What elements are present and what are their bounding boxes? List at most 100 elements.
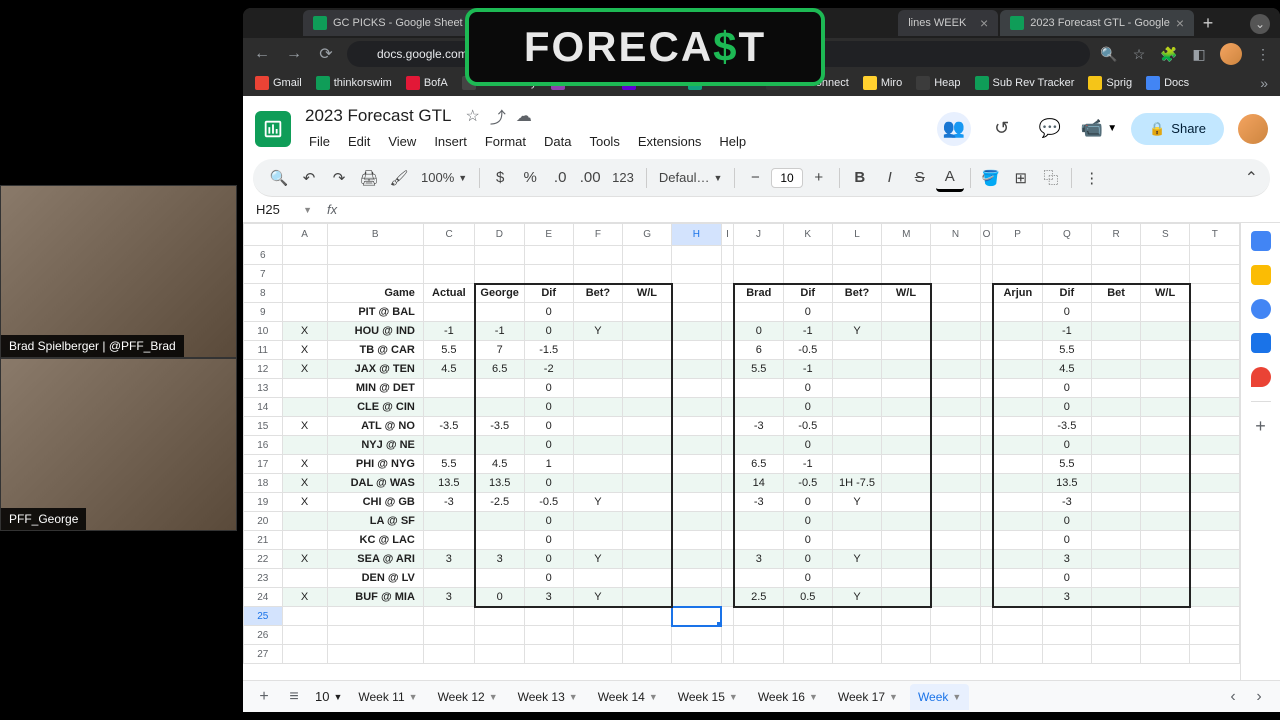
cell[interactable] bbox=[1141, 265, 1190, 284]
currency-button[interactable]: $ bbox=[486, 164, 514, 192]
font-size-decrease[interactable]: − bbox=[741, 164, 769, 192]
cell[interactable]: Y bbox=[832, 493, 881, 512]
cell[interactable] bbox=[931, 569, 980, 588]
cell[interactable] bbox=[980, 417, 993, 436]
cell[interactable] bbox=[832, 341, 881, 360]
cell[interactable] bbox=[1091, 436, 1140, 455]
zoom-icon[interactable]: 🔍 bbox=[1100, 45, 1118, 63]
column-header[interactable]: K bbox=[783, 224, 832, 246]
cell[interactable] bbox=[327, 265, 423, 284]
cell[interactable] bbox=[524, 645, 573, 664]
name-box[interactable]: H25▼ bbox=[249, 199, 319, 220]
cell[interactable] bbox=[980, 246, 993, 265]
column-header[interactable]: S bbox=[1141, 224, 1190, 246]
cell[interactable]: 6 bbox=[734, 341, 783, 360]
cell[interactable] bbox=[672, 417, 721, 436]
cell[interactable] bbox=[623, 569, 672, 588]
cell[interactable]: Y bbox=[573, 322, 622, 341]
row-header[interactable]: 12 bbox=[244, 360, 283, 379]
cell[interactable] bbox=[993, 265, 1042, 284]
bookmark-item[interactable]: Sprig bbox=[1088, 76, 1132, 90]
row-header[interactable]: 21 bbox=[244, 531, 283, 550]
cell[interactable]: -0.5 bbox=[783, 341, 832, 360]
cell[interactable] bbox=[1141, 360, 1190, 379]
cell[interactable] bbox=[1141, 474, 1190, 493]
cell[interactable]: 0 bbox=[524, 417, 573, 436]
cell[interactable] bbox=[1141, 436, 1190, 455]
cell[interactable] bbox=[1141, 322, 1190, 341]
cell[interactable] bbox=[475, 569, 524, 588]
cell[interactable] bbox=[993, 398, 1042, 417]
cell[interactable] bbox=[721, 360, 734, 379]
cell[interactable] bbox=[1091, 569, 1140, 588]
cell[interactable] bbox=[1190, 265, 1240, 284]
cell[interactable] bbox=[672, 455, 721, 474]
reload-button[interactable]: ⟳ bbox=[315, 43, 337, 65]
cell[interactable] bbox=[993, 645, 1042, 664]
cell[interactable] bbox=[423, 303, 474, 322]
cell[interactable]: 0 bbox=[524, 436, 573, 455]
cell[interactable] bbox=[1190, 512, 1240, 531]
column-header[interactable]: I bbox=[721, 224, 734, 246]
cell[interactable] bbox=[623, 360, 672, 379]
cell[interactable]: Y bbox=[832, 550, 881, 569]
cell[interactable]: 0 bbox=[1042, 531, 1091, 550]
row-header[interactable]: 14 bbox=[244, 398, 283, 417]
cell[interactable] bbox=[882, 493, 931, 512]
cell[interactable]: 3 bbox=[423, 550, 474, 569]
cell[interactable] bbox=[721, 322, 734, 341]
cell[interactable] bbox=[573, 436, 622, 455]
column-header[interactable]: N bbox=[931, 224, 980, 246]
cell[interactable] bbox=[832, 569, 881, 588]
cell[interactable] bbox=[573, 607, 622, 626]
borders-button[interactable]: ⊞ bbox=[1007, 164, 1035, 192]
row-header[interactable]: 13 bbox=[244, 379, 283, 398]
cell[interactable]: 14 bbox=[734, 474, 783, 493]
account-avatar[interactable] bbox=[1238, 114, 1268, 144]
cell[interactable]: TB @ CAR bbox=[327, 341, 423, 360]
cell[interactable] bbox=[721, 379, 734, 398]
cell[interactable] bbox=[573, 645, 622, 664]
column-header[interactable]: M bbox=[882, 224, 931, 246]
merge-button[interactable]: ⿻ bbox=[1037, 164, 1065, 192]
cell[interactable] bbox=[672, 588, 721, 607]
cell[interactable]: -3 bbox=[1042, 493, 1091, 512]
cell[interactable] bbox=[475, 246, 524, 265]
row-header[interactable]: 11 bbox=[244, 341, 283, 360]
font-size-input[interactable]: 10 bbox=[771, 168, 802, 188]
cell[interactable] bbox=[573, 303, 622, 322]
cell[interactable] bbox=[573, 512, 622, 531]
cell[interactable]: 5.5 bbox=[734, 360, 783, 379]
cell[interactable] bbox=[623, 322, 672, 341]
cell[interactable] bbox=[475, 398, 524, 417]
cell[interactable] bbox=[721, 569, 734, 588]
cell[interactable] bbox=[1190, 360, 1240, 379]
move-icon[interactable]: ⤴ bbox=[490, 104, 506, 128]
cell[interactable] bbox=[475, 645, 524, 664]
cell[interactable]: -1 bbox=[783, 322, 832, 341]
spreadsheet-grid[interactable]: ABCDEFGHIJKLMNOPQRST678GameActualGeorgeD… bbox=[243, 223, 1240, 680]
cell[interactable] bbox=[672, 550, 721, 569]
cell[interactable]: -0.5 bbox=[783, 474, 832, 493]
cell[interactable] bbox=[993, 607, 1042, 626]
cell[interactable] bbox=[832, 246, 881, 265]
cell[interactable] bbox=[672, 436, 721, 455]
cell[interactable] bbox=[1091, 303, 1140, 322]
cell[interactable] bbox=[423, 569, 474, 588]
cell[interactable] bbox=[721, 398, 734, 417]
sheet-tab[interactable]: Week 17▼ bbox=[830, 684, 906, 710]
cell[interactable]: -1 bbox=[1042, 322, 1091, 341]
cell[interactable] bbox=[931, 626, 980, 645]
cell[interactable]: CLE @ CIN bbox=[327, 398, 423, 417]
cell[interactable]: KC @ LAC bbox=[327, 531, 423, 550]
cell[interactable] bbox=[832, 626, 881, 645]
cell[interactable] bbox=[1141, 417, 1190, 436]
close-icon[interactable]: × bbox=[1176, 15, 1184, 31]
zoom-select[interactable]: 100%▼ bbox=[415, 170, 473, 185]
cell[interactable] bbox=[672, 531, 721, 550]
cell[interactable] bbox=[1091, 550, 1140, 569]
bookmark-item[interactable]: Miro bbox=[863, 76, 902, 90]
row-header[interactable]: 16 bbox=[244, 436, 283, 455]
cell[interactable] bbox=[1190, 550, 1240, 569]
cell[interactable]: 0 bbox=[524, 398, 573, 417]
